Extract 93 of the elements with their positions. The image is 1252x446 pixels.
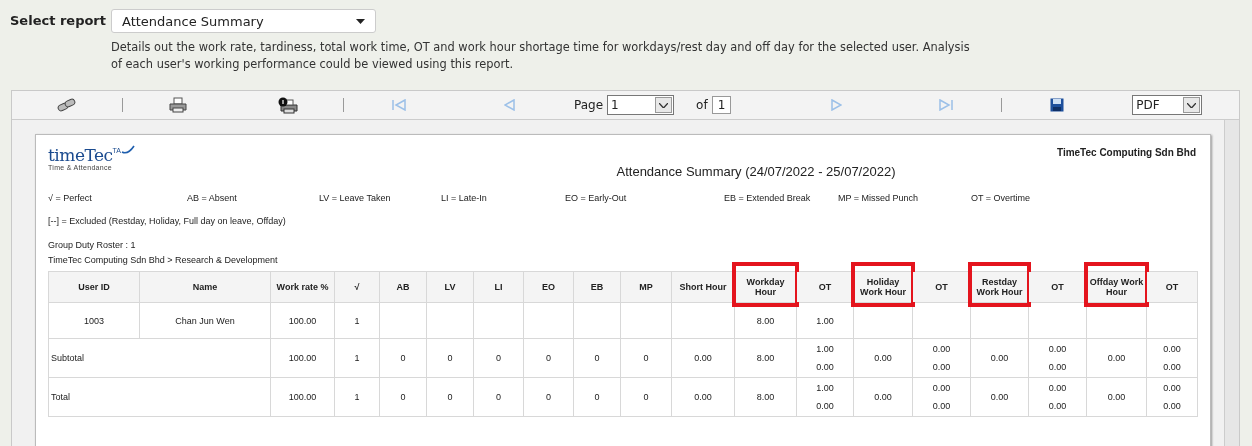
column-header: EO (523, 271, 574, 303)
table-cell: 0.00 0.00 (1028, 377, 1087, 417)
group-label: Group Duty Roster : 1 (48, 240, 137, 250)
table-cell: 0 (523, 377, 574, 417)
table-cell: Subtotal (48, 338, 271, 378)
table-cell: 0.00 (970, 338, 1029, 378)
table-cell: 0.00 (1086, 338, 1147, 378)
table-cell: 8.00 (734, 377, 797, 417)
company-name: TimeTec Computing Sdn Bhd (1056, 147, 1197, 158)
table-cell (426, 302, 474, 339)
format-dropdown[interactable]: PDF (1132, 95, 1203, 115)
column-header: OT (912, 271, 971, 303)
report-description: Details out the work rate, tardiness, total work time, OT and work hour shortage time for workdays/rest day and off day for the selected user. Analysis of each user's working performance could be viewed using this report. (111, 39, 971, 73)
column-header: AB (379, 271, 427, 303)
table-cell: 0 (573, 338, 621, 378)
table-cell: 1.00 0.00 (796, 338, 854, 378)
table-cell (473, 302, 524, 339)
table-cell: Chan Jun Wen (139, 302, 271, 339)
table-cell: 0 (573, 377, 621, 417)
report-dropdown[interactable]: Attendance Summary (111, 9, 376, 33)
table-cell: 0 (620, 377, 672, 417)
legend-item: AB = Absent (187, 193, 238, 203)
column-header: LV (426, 271, 474, 303)
column-header: Work rate % (270, 271, 335, 303)
print-page-icon[interactable] (278, 96, 298, 114)
caret-icon (356, 18, 365, 24)
column-header: Name (139, 271, 271, 303)
column-header: EB (573, 271, 621, 303)
table-cell: 8.00 (734, 338, 797, 378)
column-header: OT (1028, 271, 1087, 303)
legend-item: EB = Extended Break (724, 193, 812, 203)
legend-item: EO = Early-Out (565, 193, 628, 203)
table-cell (573, 302, 621, 339)
table-cell: 0 (473, 338, 524, 378)
table-cell: 0.00 0.00 (912, 338, 971, 378)
table-cell: 0 (426, 377, 474, 417)
table-cell: 0.00 (853, 338, 913, 378)
table-cell: 0.00 (671, 377, 735, 417)
table-cell: 0.00 0.00 (1028, 338, 1087, 378)
table-cell: 1 (334, 338, 380, 378)
table-cell (379, 302, 427, 339)
legend-item: OT = Overtime (971, 193, 1032, 203)
legend-item: MP = Missed Punch (838, 193, 920, 203)
table-cell: 0.00 (853, 377, 913, 417)
table-cell: 0.00 (1086, 377, 1147, 417)
legend-item: LV = Leave Taken (319, 193, 392, 203)
column-header: OT (796, 271, 854, 303)
swoosh-icon (121, 145, 135, 155)
table-cell: 0 (620, 338, 672, 378)
table-cell: 0.00 0.00 (912, 377, 971, 417)
table-cell: 1 (334, 302, 380, 339)
logo-text: timeTec (48, 145, 113, 165)
table-cell: Total (48, 377, 271, 417)
department-path: TimeTec Computing Sdn Bhd > Research & Development (48, 255, 279, 265)
page-label: Page (574, 98, 604, 112)
table-cell: 1.00 0.00 (796, 377, 854, 417)
table-cell: 100.00 (270, 338, 335, 378)
column-header: LI (473, 271, 524, 303)
table-cell (1146, 302, 1198, 339)
save-icon[interactable] (1050, 98, 1065, 112)
table-cell: 0 (379, 377, 427, 417)
table-cell (523, 302, 574, 339)
column-header: User ID (48, 271, 140, 303)
column-header: Short Hour (671, 271, 735, 303)
table-cell: 100.00 (270, 302, 335, 339)
column-header: OT (1146, 271, 1198, 303)
caret-icon (1187, 102, 1197, 108)
legend-item: √ = Perfect (48, 193, 93, 203)
table-cell: 0 (473, 377, 524, 417)
column-header: MP (620, 271, 672, 303)
scrollbar[interactable] (1224, 120, 1239, 446)
table-cell: 100.00 (270, 377, 335, 417)
table-cell: 0.00 (970, 377, 1029, 417)
excluded-note: [--] = Excluded (Restday, Holiday, Full day on leave, Offday) (48, 216, 287, 226)
of-label: of (696, 98, 708, 112)
legend-item: LI = Late-In (441, 193, 488, 203)
print-icon[interactable] (169, 97, 187, 113)
table-cell: 0.00 0.00 (1146, 377, 1198, 417)
page-total-field: 1 (711, 96, 732, 114)
table-cell: 0 (523, 338, 574, 378)
table-cell: 0 (426, 338, 474, 378)
table-cell: 1 (334, 377, 380, 417)
table-cell: 0 (379, 338, 427, 378)
table-cell: 0.00 (671, 338, 735, 378)
table-cell: 1003 (48, 302, 140, 339)
table-cell: 0.00 0.00 (1146, 338, 1198, 378)
page-dropdown[interactable]: 1 (607, 95, 675, 115)
report-title: Attendance Summary (24/07/2022 - 25/07/2022) (615, 164, 897, 179)
find-icon[interactable] (57, 98, 77, 112)
caret-icon (659, 102, 669, 108)
field-label: Select report (10, 12, 107, 30)
table-cell (620, 302, 672, 339)
column-header: √ (334, 271, 380, 303)
